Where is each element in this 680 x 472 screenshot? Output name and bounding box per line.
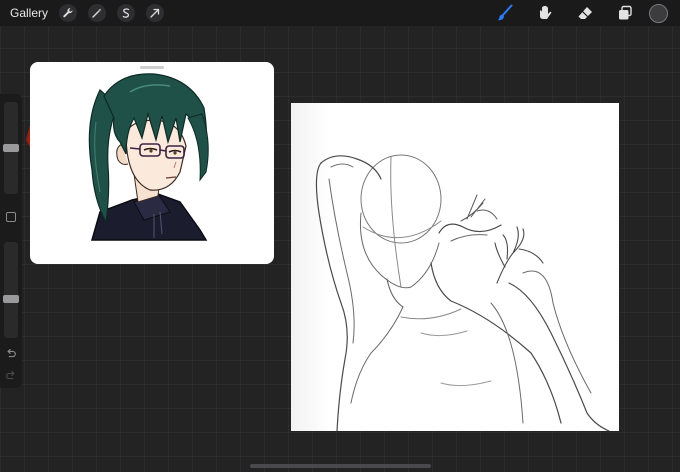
eraser-icon[interactable] [565, 0, 605, 26]
redo-icon[interactable] [4, 370, 18, 384]
smudge-icon[interactable] [525, 0, 565, 26]
opacity-handle[interactable] [3, 295, 19, 303]
reference-window[interactable] [30, 62, 274, 264]
top-toolbar: Gallery [0, 0, 680, 26]
gallery-button[interactable]: Gallery [10, 6, 48, 20]
drawing-canvas[interactable] [291, 103, 619, 432]
brush-size-handle[interactable] [3, 144, 19, 152]
reference-image [88, 73, 209, 241]
home-indicator[interactable] [250, 464, 431, 468]
sketch-drawing [315, 154, 610, 432]
opacity-slider[interactable] [3, 242, 19, 338]
color-picker-swatch[interactable] [649, 3, 668, 23]
adjustments-wand-icon[interactable] [88, 4, 107, 22]
actions-wrench-icon[interactable] [59, 4, 78, 22]
procreate-app: Gallery [0, 0, 680, 472]
reference-grab-handle[interactable] [140, 66, 164, 69]
layers-icon[interactable] [605, 0, 645, 26]
selection-s-icon[interactable] [117, 4, 136, 22]
transform-arrow-icon[interactable] [146, 4, 165, 22]
left-sidebar [0, 94, 22, 388]
undo-icon[interactable] [4, 348, 18, 362]
tool-selector [485, 0, 680, 26]
brush-size-slider[interactable] [3, 102, 19, 194]
brush-icon[interactable] [485, 0, 525, 26]
modify-button[interactable] [6, 212, 16, 222]
